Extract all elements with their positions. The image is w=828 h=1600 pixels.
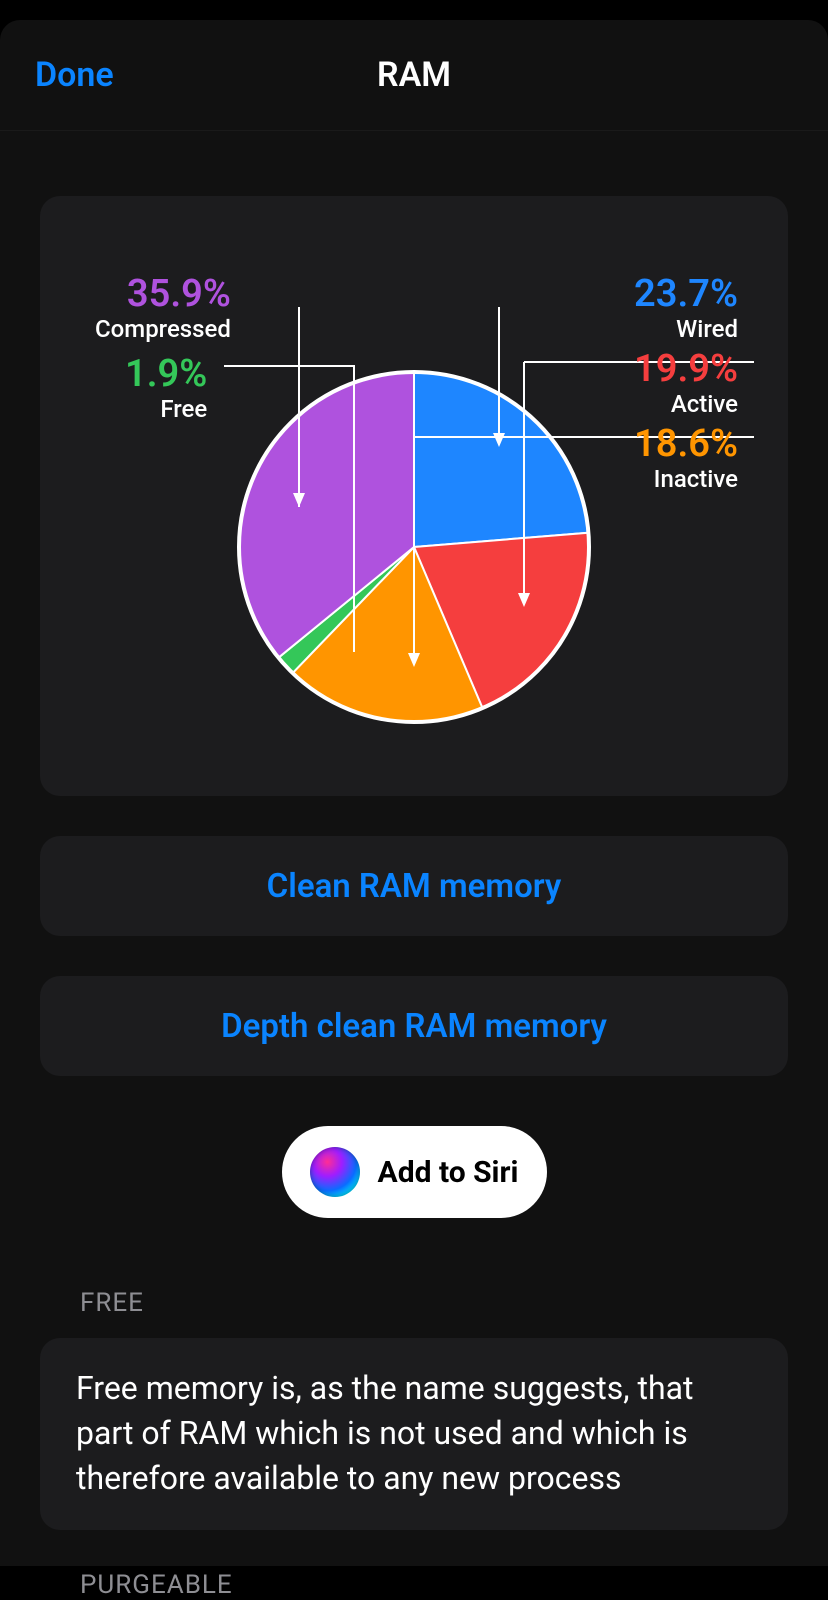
clean-ram-button[interactable]: Clean RAM memory (40, 836, 788, 936)
wired-label: Wired (634, 316, 738, 342)
page-title: RAM (377, 55, 451, 95)
active-label: Active (634, 391, 738, 417)
ram-chart-card: 35.9% Compressed 1.9% Free 23.7% Wired 1… (40, 196, 788, 796)
modal-sheet: Done RAM (0, 20, 828, 1566)
inactive-percent: 18.6% (634, 424, 738, 466)
callout-wired: 23.7% Wired (634, 274, 738, 342)
free-label: Free (125, 396, 207, 422)
callout-inactive: 18.6% Inactive (634, 424, 738, 492)
siri-icon (310, 1147, 360, 1197)
free-percent: 1.9% (125, 354, 207, 396)
callout-compressed: 35.9% Compressed (95, 274, 231, 342)
callout-active: 19.9% Active (634, 349, 738, 417)
compressed-label: Compressed (95, 316, 231, 342)
pie-chart: 35.9% Compressed 1.9% Free 23.7% Wired 1… (40, 236, 788, 746)
wired-percent: 23.7% (634, 274, 738, 316)
section-header-purgeable: PURGEABLE (40, 1570, 788, 1600)
inactive-label: Inactive (634, 466, 738, 492)
free-description-card: Free memory is, as the name suggests, th… (40, 1338, 788, 1530)
pie-slice-wired (414, 372, 588, 547)
free-description-text: Free memory is, as the name suggests, th… (76, 1369, 693, 1497)
section-header-free: FREE (40, 1288, 788, 1318)
content-scroll: 35.9% Compressed 1.9% Free 23.7% Wired 1… (0, 196, 828, 1600)
callout-free: 1.9% Free (125, 354, 207, 422)
nav-bar: Done RAM (0, 20, 828, 131)
clean-ram-label: Clean RAM memory (267, 867, 562, 906)
depth-clean-ram-button[interactable]: Depth clean RAM memory (40, 976, 788, 1076)
done-button[interactable]: Done (35, 55, 114, 95)
depth-clean-ram-label: Depth clean RAM memory (221, 1007, 607, 1046)
active-percent: 19.9% (634, 349, 738, 391)
add-to-siri-label: Add to Siri (378, 1155, 519, 1190)
add-to-siri-button[interactable]: Add to Siri (282, 1126, 547, 1218)
compressed-percent: 35.9% (95, 274, 231, 316)
